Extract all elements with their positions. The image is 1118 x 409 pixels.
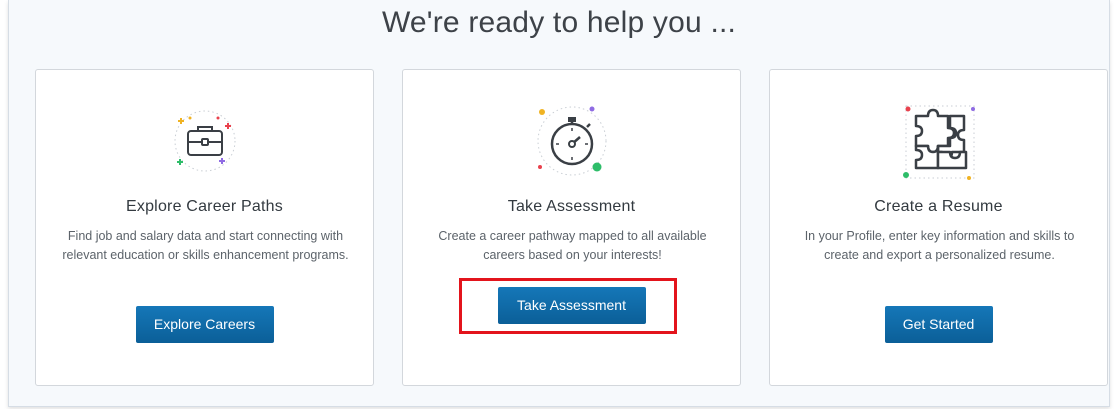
card-title: Explore Career Paths [126, 198, 283, 215]
card-explore-career-paths: Explore Career Paths Find job and salary… [35, 69, 374, 386]
card-create-resume: Create a Resume In your Profile, enter k… [769, 69, 1108, 386]
page-title: We're ready to help you ... [381, 6, 737, 39]
stopwatch-icon [527, 96, 617, 186]
card-description: In your Profile, enter key information a… [804, 229, 1075, 262]
card-title: Create a Resume [874, 198, 1003, 215]
briefcase-icon [160, 96, 250, 186]
card-description: Create a career pathway mapped to all av… [438, 229, 707, 262]
card-title: Take Assessment [507, 198, 636, 215]
explore-careers-button[interactable]: Explore Careers [135, 306, 274, 343]
get-started-button[interactable]: Get Started [884, 306, 993, 343]
puzzle-icon [894, 96, 984, 186]
card-description: Find job and salary data and start conne… [62, 229, 349, 262]
card-take-assessment: Take Assessment Create a career pathway … [402, 69, 741, 386]
highlight-annotation [459, 278, 677, 334]
